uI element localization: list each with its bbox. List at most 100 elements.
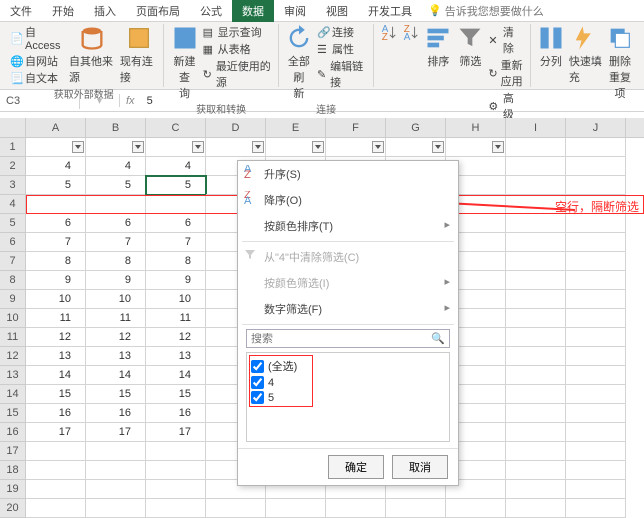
cell[interactable]: 13 <box>26 347 86 366</box>
formula-input[interactable]: 5 <box>141 93 644 109</box>
cell[interactable] <box>506 461 566 480</box>
col-header[interactable]: G <box>386 118 446 137</box>
cell[interactable] <box>386 499 446 518</box>
cell[interactable] <box>506 252 566 271</box>
recent-sources[interactable]: ↻最近使用的源 <box>203 58 272 90</box>
filter-dropdown-icon[interactable] <box>72 141 84 153</box>
cell[interactable] <box>446 499 506 518</box>
cell[interactable] <box>566 461 626 480</box>
tab-layout[interactable]: 页面布局 <box>126 0 190 22</box>
cancel-button[interactable]: 取消 <box>392 455 448 479</box>
cell[interactable]: 7 <box>86 233 146 252</box>
col-header[interactable]: F <box>326 118 386 137</box>
cell[interactable] <box>506 214 566 233</box>
cell[interactable]: 16 <box>26 404 86 423</box>
cell[interactable]: 13 <box>86 347 146 366</box>
cell[interactable]: 11 <box>86 309 146 328</box>
cell[interactable] <box>86 195 146 214</box>
row-header[interactable]: 14 <box>0 385 26 404</box>
col-header[interactable]: A <box>26 118 86 137</box>
cell[interactable] <box>86 480 146 499</box>
row-header[interactable]: 1 <box>0 138 26 157</box>
cell[interactable] <box>206 138 266 157</box>
cell[interactable]: 14 <box>146 366 206 385</box>
filter-dropdown-icon[interactable] <box>372 141 384 153</box>
number-filter[interactable]: 数字筛选(F)▸ <box>238 296 458 322</box>
edit-links[interactable]: ✎编辑链接 <box>317 58 367 90</box>
cell[interactable] <box>86 138 146 157</box>
cell[interactable]: 7 <box>146 233 206 252</box>
connections[interactable]: 🔗连接 <box>317 24 367 40</box>
filter-dropdown-icon[interactable] <box>492 141 504 153</box>
row-header[interactable]: 8 <box>0 271 26 290</box>
row-header[interactable]: 3 <box>0 176 26 195</box>
cell[interactable] <box>506 271 566 290</box>
cell[interactable] <box>566 423 626 442</box>
select-all-corner[interactable] <box>0 118 26 137</box>
cell[interactable] <box>86 499 146 518</box>
cell[interactable] <box>506 309 566 328</box>
row-header[interactable]: 15 <box>0 404 26 423</box>
tab-data[interactable]: 数据 <box>232 0 274 22</box>
cell[interactable]: 12 <box>26 328 86 347</box>
cell[interactable]: 10 <box>26 290 86 309</box>
reapply[interactable]: ↻重新应用 <box>488 57 524 89</box>
text-to-cols[interactable]: 分列 <box>537 24 565 101</box>
col-header[interactable]: J <box>566 118 626 137</box>
from-text[interactable]: 📃自文本 <box>10 70 65 86</box>
col-header[interactable]: C <box>146 118 206 137</box>
cell[interactable] <box>506 442 566 461</box>
cell[interactable]: 9 <box>86 271 146 290</box>
cell[interactable]: 13 <box>146 347 206 366</box>
properties[interactable]: ☰属性 <box>317 41 367 57</box>
cell[interactable] <box>506 366 566 385</box>
cell[interactable]: 8 <box>86 252 146 271</box>
cell[interactable]: 6 <box>26 214 86 233</box>
cell[interactable] <box>566 328 626 347</box>
cell[interactable]: 12 <box>86 328 146 347</box>
cell[interactable] <box>566 157 626 176</box>
col-header[interactable]: E <box>266 118 326 137</box>
tab-file[interactable]: 文件 <box>0 0 42 22</box>
row-header[interactable]: 16 <box>0 423 26 442</box>
cell[interactable]: 15 <box>86 385 146 404</box>
cell[interactable] <box>566 290 626 309</box>
cell[interactable] <box>26 195 86 214</box>
cell[interactable] <box>566 138 626 157</box>
cell[interactable] <box>506 233 566 252</box>
tab-formula[interactable]: 公式 <box>190 0 232 22</box>
cell[interactable]: 14 <box>26 366 86 385</box>
row-header[interactable]: 7 <box>0 252 26 271</box>
cell[interactable]: 4 <box>146 157 206 176</box>
cell[interactable] <box>566 404 626 423</box>
cell[interactable] <box>146 499 206 518</box>
cell[interactable] <box>506 176 566 195</box>
name-box[interactable]: C3 <box>0 93 80 109</box>
cell[interactable] <box>566 176 626 195</box>
from-table[interactable]: ▦从表格 <box>203 41 272 57</box>
cell[interactable] <box>506 138 566 157</box>
cell[interactable] <box>206 499 266 518</box>
cell[interactable] <box>566 347 626 366</box>
remove-dup[interactable]: 删除 重复项 <box>606 24 634 101</box>
new-query[interactable]: 新建查 询 <box>170 24 198 101</box>
cell[interactable] <box>26 138 86 157</box>
cell[interactable]: 9 <box>26 271 86 290</box>
tellme[interactable]: 💡告诉我您想要做什么 <box>428 3 544 19</box>
cell[interactable]: 6 <box>146 214 206 233</box>
cell[interactable]: 4 <box>26 157 86 176</box>
cell[interactable]: 16 <box>146 404 206 423</box>
row-header[interactable]: 12 <box>0 347 26 366</box>
cell[interactable] <box>146 195 206 214</box>
other-sources[interactable]: 自其他来源 <box>69 24 116 86</box>
row-header[interactable]: 6 <box>0 233 26 252</box>
cell[interactable]: 5 <box>146 176 206 195</box>
filter-search-input[interactable] <box>251 333 431 345</box>
tab-home[interactable]: 开始 <box>42 0 84 22</box>
cell[interactable] <box>506 423 566 442</box>
cell[interactable] <box>566 252 626 271</box>
filter-check-all[interactable]: (全选) <box>251 357 445 375</box>
cell[interactable]: 10 <box>146 290 206 309</box>
col-header[interactable]: H <box>446 118 506 137</box>
cell[interactable] <box>326 138 386 157</box>
